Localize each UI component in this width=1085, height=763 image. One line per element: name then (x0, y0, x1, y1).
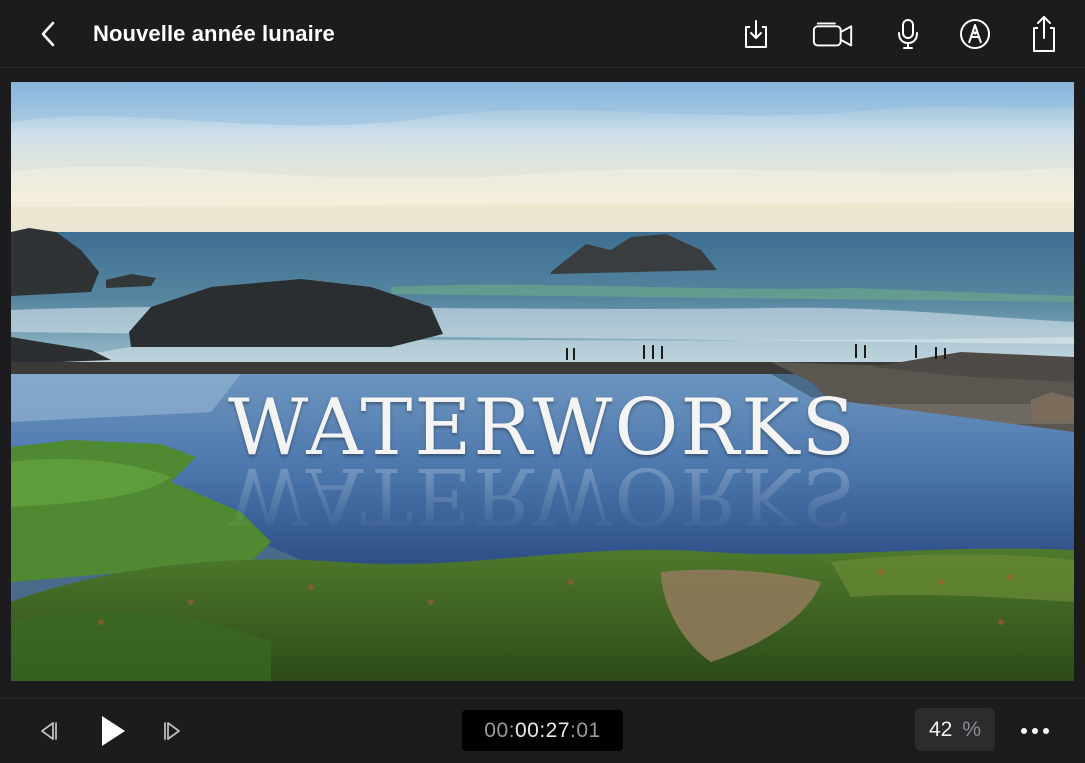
timecode-display[interactable]: 00: 00:27:01 (462, 710, 623, 751)
zoom-unit: % (962, 717, 982, 741)
ellipsis-icon (1021, 728, 1049, 734)
zoom-level-control[interactable]: 42 % (915, 708, 995, 751)
project-title: Nouvelle année lunaire (93, 21, 335, 46)
video-camera-icon (812, 22, 853, 47)
camera-button[interactable] (811, 12, 855, 56)
microphone-icon (898, 19, 918, 49)
more-options-button[interactable] (1010, 711, 1060, 751)
play-button[interactable] (90, 709, 134, 753)
app-window: Nouvelle année lunaire WATERWORKS WATERW… (0, 0, 1085, 763)
transport-bar: 00: 00:27:01 42 % (0, 698, 1085, 763)
next-frame-button[interactable] (155, 713, 189, 749)
video-frame-image (11, 82, 1074, 681)
timecode-main: 00:27 (514, 718, 571, 742)
voiceover-button[interactable] (886, 12, 930, 56)
share-icon (1033, 16, 1055, 52)
import-download-icon (745, 20, 767, 48)
share-button[interactable] (1022, 12, 1066, 56)
video-title-overlay: WATERWORKS (228, 383, 857, 473)
timecode-frames: :01 (570, 718, 601, 742)
play-icon (102, 716, 125, 746)
import-button[interactable] (734, 12, 778, 56)
back-button[interactable] (30, 16, 66, 52)
zoom-value: 42 (928, 717, 953, 741)
timecode-hours: 00: (484, 718, 515, 742)
step-forward-icon (164, 722, 180, 740)
step-back-icon (41, 722, 57, 740)
chevron-left-icon (41, 21, 55, 47)
previous-frame-button[interactable] (32, 713, 66, 749)
pen-tip-icon (960, 19, 990, 49)
top-toolbar: Nouvelle année lunaire (0, 0, 1085, 68)
video-viewer[interactable]: WATERWORKS WATERWORKS (11, 82, 1074, 681)
annotate-button[interactable] (953, 12, 997, 56)
